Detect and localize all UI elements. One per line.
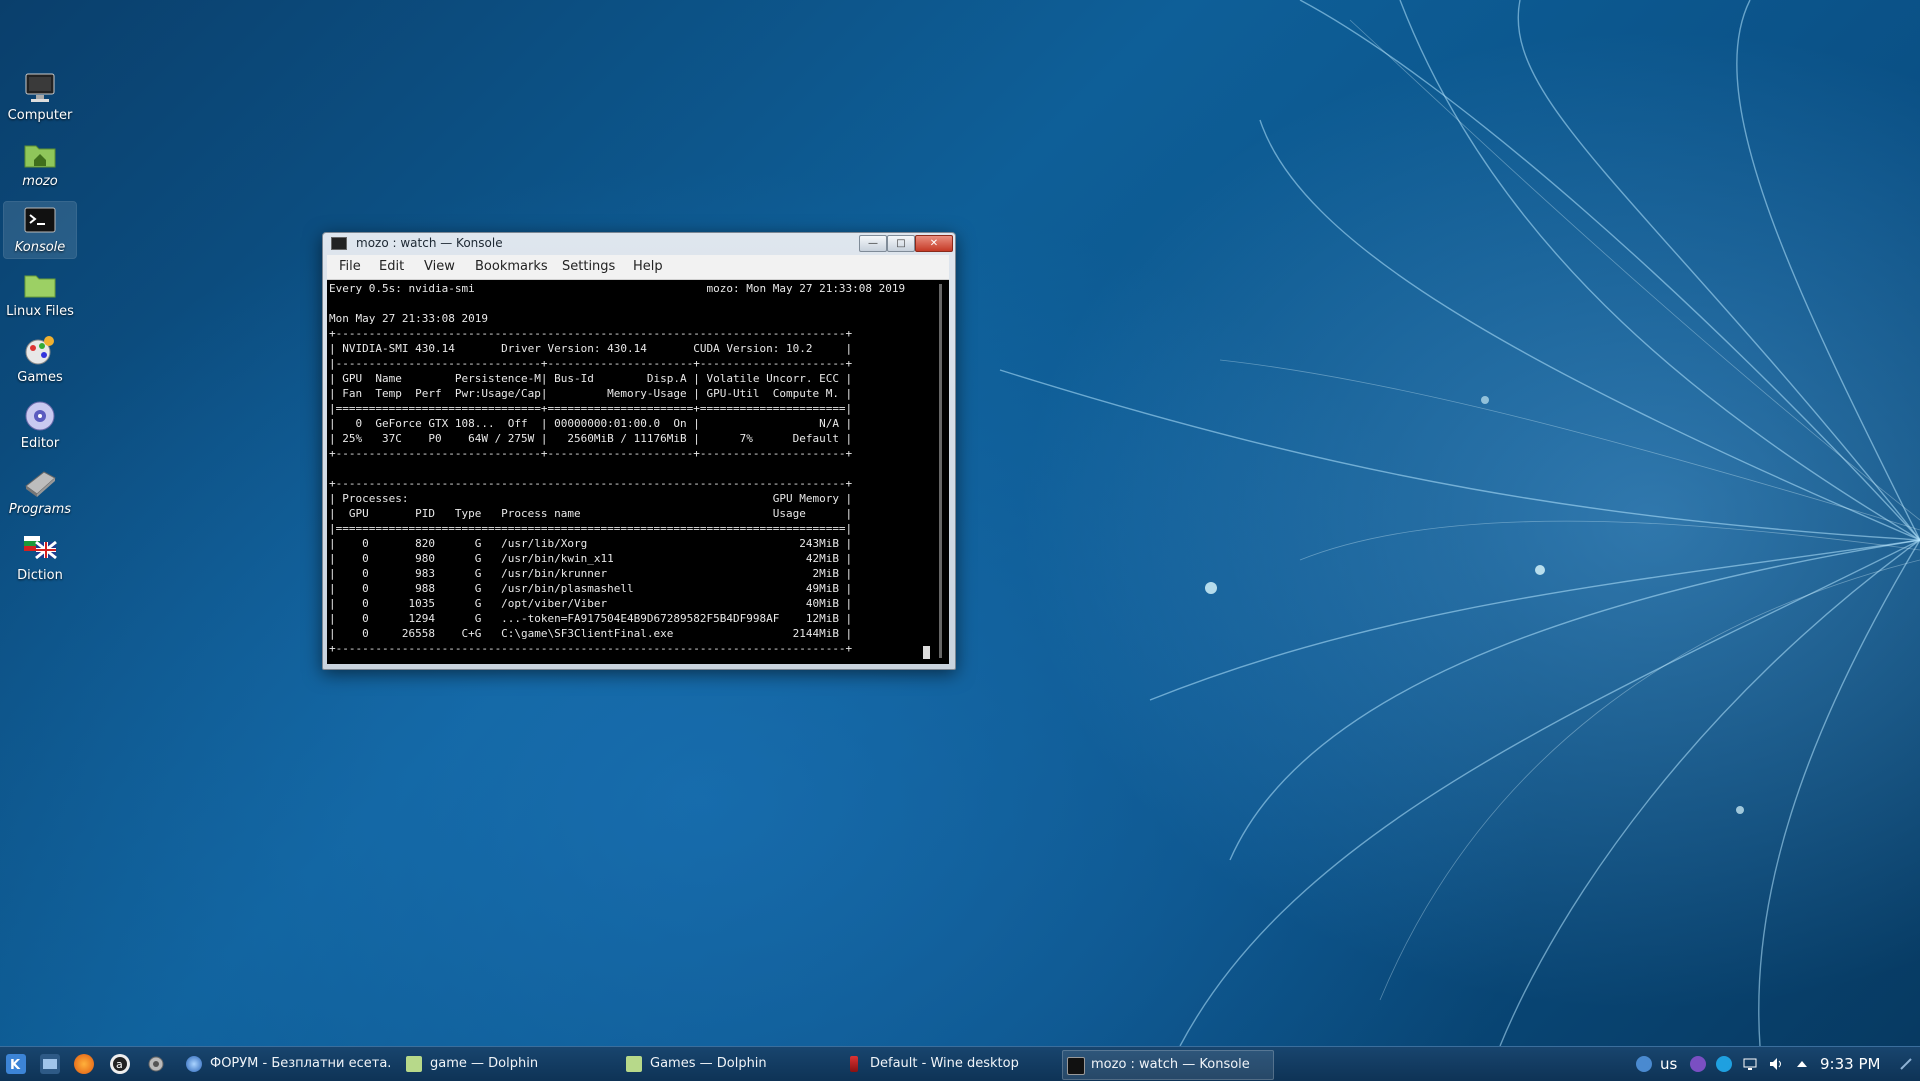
clock[interactable]: 9:33 PM <box>1820 1055 1880 1073</box>
terminal-scrollbar[interactable] <box>939 284 942 658</box>
firefox-icon[interactable] <box>74 1054 94 1074</box>
task-label: game — Dolphin <box>430 1056 539 1071</box>
folder-icon <box>22 266 58 302</box>
programs-icon <box>22 464 58 500</box>
menu-file[interactable]: File <box>339 259 361 274</box>
svg-text:a: a <box>116 1058 123 1071</box>
task-forum-browser[interactable]: ФОРУМ - Безплатни есета... <box>182 1050 392 1078</box>
flag-icon <box>22 530 58 566</box>
editor-icon <box>22 398 58 434</box>
desktop-icon-konsole[interactable]: Konsole <box>3 201 77 259</box>
desktop: Computer mozo Konsole Linux Files Games … <box>0 0 1920 1046</box>
menu-settings[interactable]: Settings <box>562 259 615 274</box>
desktop-icon-label: Games <box>17 370 63 385</box>
desktop-icon-diction[interactable]: Diction <box>4 530 76 584</box>
taskbar: K a ФОРУМ - Безплатни есета... game — Do… <box>0 1046 1920 1081</box>
dolphin-folder-icon <box>406 1056 422 1072</box>
terminal-icon <box>331 237 347 250</box>
terminal-icon <box>22 202 58 238</box>
task-label: mozo : watch — Konsole <box>1091 1057 1250 1072</box>
menu-bookmarks[interactable]: Bookmarks <box>475 259 548 274</box>
keyboard-layout-indicator[interactable]: us <box>1660 1055 1677 1073</box>
desktop-icon-computer[interactable]: Computer <box>4 70 76 124</box>
maximize-button[interactable]: □ <box>887 235 915 252</box>
wallpaper-light-streaks <box>999 0 1920 1046</box>
terminal-cursor <box>923 646 930 659</box>
home-folder-icon <box>22 136 58 172</box>
volume-icon[interactable] <box>1768 1056 1784 1072</box>
minimize-button[interactable]: — <box>859 235 887 252</box>
task-label: Default - Wine desktop <box>870 1056 1019 1071</box>
task-games-dolphin[interactable]: Games — Dolphin <box>622 1050 832 1078</box>
skype-icon[interactable] <box>1716 1056 1732 1072</box>
show-desktop-icon[interactable] <box>40 1054 60 1074</box>
kde-menu-icon[interactable]: K <box>6 1054 26 1074</box>
desktop-icon-editor[interactable]: Editor <box>4 398 76 452</box>
task-wine-desktop[interactable]: Default - Wine desktop <box>842 1050 1052 1078</box>
menu-bar: File Edit View Bookmarks Settings Help <box>327 255 949 280</box>
konsole-window[interactable]: mozo : watch — Konsole — □ ✕ File Edit V… <box>322 232 956 670</box>
wine-settings-icon[interactable] <box>146 1054 166 1074</box>
terminal-text: Every 0.5s: nvidia-smi mozo: Mon May 27 … <box>329 282 906 655</box>
desktop-icon-linux-files[interactable]: Linux Files <box>4 266 76 320</box>
panel-settings-icon[interactable] <box>1898 1056 1914 1072</box>
desktop-icon-label: Linux Files <box>6 304 74 319</box>
desktop-icon-games[interactable]: Games <box>4 332 76 386</box>
terminal-icon <box>1067 1057 1085 1075</box>
window-title: mozo : watch — Konsole <box>356 236 503 250</box>
desktop-icon-programs[interactable]: Programs <box>4 464 76 518</box>
browser-globe-icon <box>186 1056 202 1072</box>
launcher-a-icon[interactable]: a <box>110 1054 130 1074</box>
menu-help[interactable]: Help <box>633 259 663 274</box>
svg-text:K: K <box>10 1058 21 1073</box>
desktop-icon-mozo[interactable]: mozo <box>4 136 76 190</box>
dolphin-folder-icon <box>626 1056 642 1072</box>
terminal-output[interactable]: Every 0.5s: nvidia-smi mozo: Mon May 27 … <box>327 280 949 664</box>
network-icon[interactable] <box>1742 1056 1758 1072</box>
menu-edit[interactable]: Edit <box>379 259 404 274</box>
qbittorrent-icon[interactable] <box>1636 1056 1652 1072</box>
wine-icon <box>850 1056 858 1072</box>
monitor-icon <box>22 70 58 106</box>
task-label: ФОРУМ - Безплатни есета... <box>210 1056 392 1071</box>
games-icon <box>22 332 58 368</box>
tray-expand-icon[interactable] <box>1794 1056 1810 1072</box>
viber-icon[interactable] <box>1690 1056 1706 1072</box>
desktop-icon-label: Konsole <box>14 240 66 255</box>
desktop-icon-label: Computer <box>7 108 73 123</box>
window-titlebar[interactable]: mozo : watch — Konsole — □ ✕ <box>323 233 955 253</box>
desktop-icon-label: Programs <box>8 502 72 517</box>
menu-view[interactable]: View <box>424 259 455 274</box>
desktop-icon-label: mozo <box>22 174 58 189</box>
task-game-dolphin[interactable]: game — Dolphin <box>402 1050 612 1078</box>
desktop-icon-label: Editor <box>20 436 60 451</box>
desktop-icon-label: Diction <box>17 568 63 583</box>
task-konsole[interactable]: mozo : watch — Konsole <box>1062 1050 1274 1080</box>
task-label: Games — Dolphin <box>650 1056 767 1071</box>
close-button[interactable]: ✕ <box>915 235 953 252</box>
